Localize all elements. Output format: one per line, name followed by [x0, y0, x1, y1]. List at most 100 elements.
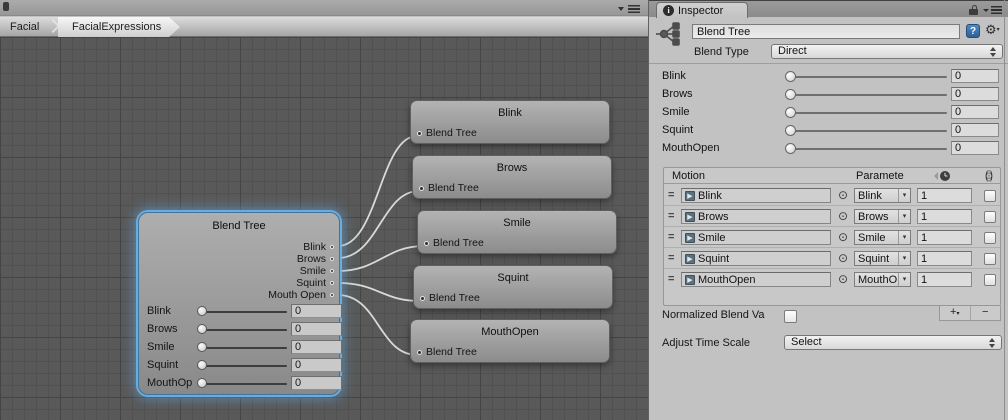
slider-track[interactable]	[201, 347, 287, 349]
motion-object-field[interactable]: ▶ Blink	[681, 188, 831, 203]
port-icon[interactable]	[330, 257, 334, 261]
slider-track[interactable]	[201, 311, 287, 313]
slider-value-field[interactable]	[951, 141, 999, 155]
adjust-time-scale-dropdown[interactable]: Select	[784, 335, 1002, 350]
animation-clip-icon: ▶	[685, 190, 695, 201]
add-motion-button[interactable]: +▾	[940, 306, 971, 320]
port-icon[interactable]	[330, 245, 334, 249]
blend-type-dropdown[interactable]: Direct	[771, 44, 1003, 59]
weight-field[interactable]	[917, 251, 972, 266]
object-picker-icon[interactable]: ⊙	[836, 230, 850, 244]
motion-object-field[interactable]: ▶ MouthOpen	[681, 272, 831, 287]
port-icon[interactable]	[330, 293, 334, 297]
slider-track[interactable]	[789, 130, 947, 132]
slider-knob[interactable]	[785, 71, 796, 82]
slider-knob[interactable]	[785, 125, 796, 136]
object-picker-icon[interactable]: ⊙	[836, 251, 850, 265]
param-slider-squint: Squint	[649, 122, 1008, 138]
motion-table: Motion Paramete = ▶ Blink ⊙ Blink ▾ 1 = …	[663, 167, 1001, 306]
pane-menu-icon[interactable]	[618, 4, 640, 14]
slider-track[interactable]	[789, 112, 947, 114]
slider-track[interactable]	[201, 365, 287, 367]
slider-knob[interactable]	[197, 324, 207, 334]
motion-node-blink[interactable]: Blink Blend Tree	[410, 100, 610, 144]
drag-handle-icon[interactable]: =	[668, 273, 680, 285]
motion-node-mouthopen[interactable]: MouthOpen Blend Tree	[410, 319, 610, 363]
slider-knob[interactable]	[197, 378, 207, 388]
slider-knob[interactable]	[785, 89, 796, 100]
motion-object-field[interactable]: ▶ Squint	[681, 251, 831, 266]
help-icon[interactable]: ?	[966, 24, 980, 38]
gear-icon[interactable]: ⚙▾	[985, 22, 1003, 38]
mirror-checkbox[interactable]	[984, 253, 996, 265]
drag-handle-icon[interactable]: =	[668, 189, 680, 201]
parameter-dropdown[interactable]: Squint ▾	[854, 251, 911, 266]
info-icon: i	[663, 5, 674, 16]
port-icon[interactable]	[330, 281, 334, 285]
pane-menu-icon[interactable]	[983, 6, 1003, 15]
weight-field[interactable]	[917, 230, 972, 245]
port-icon[interactable]	[330, 269, 334, 273]
input-port-icon[interactable]	[419, 185, 424, 191]
mirror-checkbox[interactable]	[984, 274, 996, 286]
slider-value-field[interactable]	[951, 69, 999, 83]
weight-field[interactable]	[917, 272, 972, 287]
slider-value-field[interactable]	[291, 304, 342, 318]
output-port-smile[interactable]: Smile	[300, 265, 334, 277]
input-port-icon[interactable]	[417, 130, 422, 136]
lock-icon[interactable]	[969, 5, 979, 15]
slider-value-field[interactable]	[951, 105, 999, 119]
input-port-icon[interactable]	[424, 240, 429, 246]
output-port-mouth-open[interactable]: Mouth Open	[268, 289, 334, 301]
object-picker-icon[interactable]: ⊙	[836, 272, 850, 286]
output-port-blink[interactable]: Blink	[303, 241, 334, 253]
slider-track[interactable]	[201, 329, 287, 331]
parameter-dropdown[interactable]: Smile ▾	[854, 230, 911, 245]
slider-value-field[interactable]	[291, 376, 342, 390]
weight-field[interactable]	[917, 188, 972, 203]
input-port-icon[interactable]	[420, 295, 425, 301]
drag-handle-icon[interactable]: =	[668, 231, 680, 243]
slider-knob[interactable]	[785, 107, 796, 118]
slider-value-field[interactable]	[291, 358, 342, 372]
breadcrumb-facial-expressions[interactable]: FacialExpressions	[58, 17, 180, 37]
normalized-blend-checkbox[interactable]	[784, 310, 797, 323]
motion-node-smile[interactable]: Smile Blend Tree	[417, 210, 617, 254]
slider-knob[interactable]	[197, 360, 207, 370]
motion-node-brows[interactable]: Brows Blend Tree	[412, 155, 612, 199]
drag-handle-icon[interactable]: =	[668, 210, 680, 222]
slider-value-field[interactable]	[291, 322, 342, 336]
node-title: Blend Tree	[212, 220, 266, 232]
output-port-brows[interactable]: Brows	[297, 253, 334, 265]
motion-object-field[interactable]: ▶ Smile	[681, 230, 831, 245]
weight-field[interactable]	[917, 209, 972, 224]
motion-node-squint[interactable]: Squint Blend Tree	[413, 265, 613, 309]
slider-value-field[interactable]	[951, 87, 999, 101]
slider-knob[interactable]	[785, 143, 796, 154]
slider-track[interactable]	[789, 94, 947, 96]
blend-tree-icon	[656, 22, 680, 46]
object-picker-icon[interactable]: ⊙	[836, 209, 850, 223]
slider-value-field[interactable]	[951, 123, 999, 137]
remove-motion-button[interactable]: −	[971, 306, 1001, 320]
slider-track[interactable]	[789, 148, 947, 150]
blend-tree-name-field[interactable]	[692, 24, 960, 39]
object-picker-icon[interactable]: ⊙	[836, 188, 850, 202]
slider-value-field[interactable]	[291, 340, 342, 354]
slider-knob[interactable]	[197, 342, 207, 352]
slider-track[interactable]	[789, 76, 947, 78]
blend-tree-node[interactable]: Blend Tree Blink Brows Smile Squint Mout…	[138, 212, 342, 395]
parameter-dropdown[interactable]: MouthO ▾	[854, 272, 911, 287]
input-port-icon[interactable]	[417, 349, 422, 355]
parameter-dropdown[interactable]: Brows ▾	[854, 209, 911, 224]
drag-handle-icon[interactable]: =	[668, 252, 680, 264]
slider-knob[interactable]	[197, 306, 207, 316]
tab-inspector[interactable]: i Inspector	[656, 2, 748, 18]
output-port-squint[interactable]: Squint	[296, 277, 334, 289]
mirror-checkbox[interactable]	[984, 211, 996, 223]
motion-object-field[interactable]: ▶ Brows	[681, 209, 831, 224]
mirror-checkbox[interactable]	[984, 190, 996, 202]
mirror-checkbox[interactable]	[984, 232, 996, 244]
parameter-dropdown[interactable]: Blink ▾	[854, 188, 911, 203]
slider-track[interactable]	[201, 383, 287, 385]
